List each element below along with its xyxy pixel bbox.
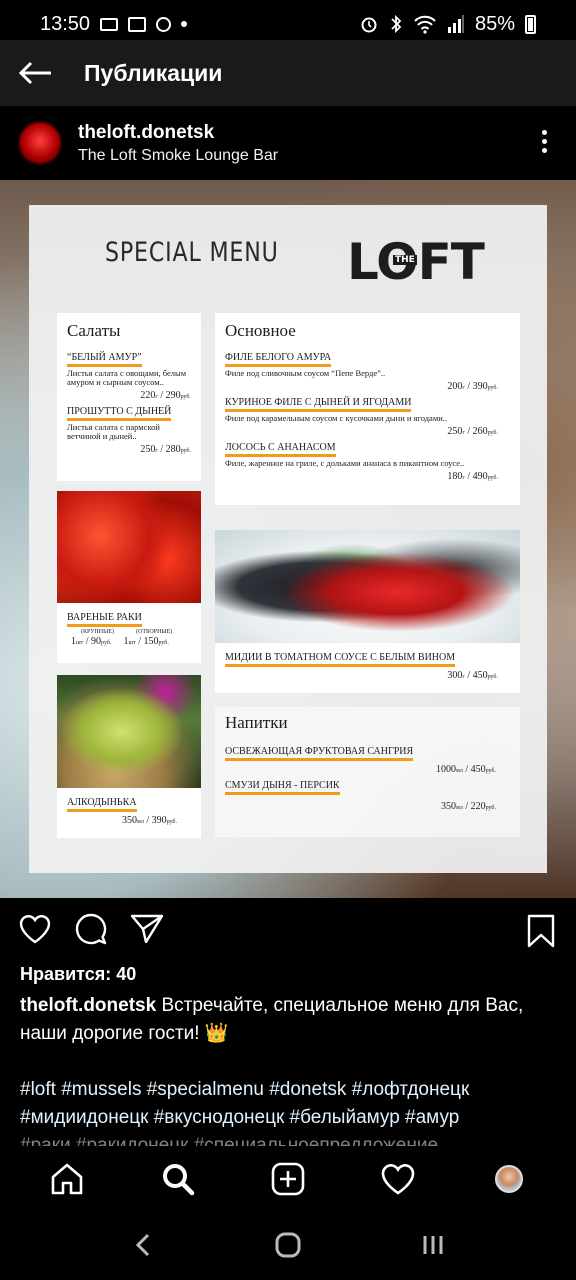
dish-desc: Листья салата с пармской ветчиной и дыне… (67, 422, 160, 441)
dish-desc: Филе под карамельным соусом с кусочками … (225, 413, 448, 423)
home-rounded-icon (275, 1232, 301, 1258)
dish-name: ОСВЕЖАЮЩАЯ ФРУКТОВАЯ САНГРИЯ (225, 746, 414, 761)
battery-percent: 85% (474, 12, 515, 35)
dish-price: 300г / 450руб. (447, 670, 498, 681)
dish-price: 350мл / 390руб. (122, 815, 177, 826)
melon-drink-photo (57, 675, 201, 788)
menu-header: SPECIAL MENU (105, 237, 279, 268)
chevron-left-icon (135, 1233, 149, 1257)
add-post-icon (271, 1162, 305, 1196)
post-username[interactable]: theloft.donetsk (78, 122, 278, 144)
post-image[interactable]: SPECIAL MENU LOFTTHE Салаты “БЕЛЫЙ АМУР”… (0, 180, 576, 898)
dish-name: СМУЗИ ДЫНЯ - ПЕРСИК (225, 780, 340, 795)
post-header: theloft.donetsk The Loft Smoke Lounge Ba… (0, 106, 576, 180)
salads-section: Салаты “БЕЛЫЙ АМУР” Листья салата с овощ… (57, 313, 201, 481)
dot-icon (181, 21, 188, 27)
dish-price: 180г / 490руб. (447, 471, 498, 482)
heart-icon (19, 914, 51, 943)
crayfish-prices: 1шт / 90руб. 1шт / 150руб. (71, 636, 169, 647)
page-title: Публикации (84, 59, 223, 86)
caption-username[interactable]: theloft.donetsk (20, 995, 156, 1016)
search-icon (162, 1164, 194, 1196)
nav-home[interactable] (37, 1154, 97, 1204)
wifi-icon (414, 15, 436, 34)
dish-price: 250г / 280руб. (140, 444, 191, 455)
bookmark-icon (527, 914, 555, 948)
arrow-left-icon (18, 61, 51, 85)
dish-name: ФИЛЕ БЕЛОГО АМУРА (225, 352, 332, 367)
battery-icon (525, 14, 536, 34)
main-title: Основное (225, 321, 296, 340)
profile-avatar (494, 1165, 523, 1193)
back-button[interactable] (0, 40, 70, 106)
dish-price: 1000мл / 450руб. (436, 764, 496, 775)
dish-name: МИДИИ В ТОМАТНОМ СОУСЕ С БЕЛЫМ ВИНОМ (225, 652, 456, 667)
dish-name: ПРОШУТТО С ДЫНЕЙ (67, 406, 172, 421)
action-row (0, 898, 576, 964)
menu-card: SPECIAL MENU LOFTTHE Салаты “БЕЛЫЙ АМУР”… (29, 205, 547, 873)
post-footer: Нравится: 40 theloft.donetsk Встречайте,… (0, 898, 576, 1146)
nav-profile[interactable] (479, 1154, 539, 1204)
share-button[interactable] (130, 913, 164, 950)
dish-name: КУРИНОЕ ФИЛЕ С ДЫНЕЙ И ЯГОДАМИ (225, 397, 412, 412)
crayfish-options: (КРУПНЫЕ) (ОТБОРНЫЕ) (81, 629, 173, 635)
drinks-title: Напитки (225, 713, 288, 732)
screen-icon (100, 17, 119, 31)
likes-count[interactable]: Нравится: 40 (20, 964, 136, 985)
loft-logo: LOFTTHE (347, 233, 485, 291)
nav-create[interactable] (258, 1154, 318, 1204)
dish-name: ВАРЕНЫЕ РАКИ (67, 612, 142, 627)
dish-name: “БЕЛЫЙ АМУР” (67, 352, 142, 367)
save-button[interactable] (526, 914, 556, 953)
heart-icon (382, 1164, 415, 1195)
recents-icon (423, 1236, 443, 1254)
logo-small: THE (393, 255, 417, 265)
main-section: Основное ФИЛЕ БЕЛОГО АМУРА Филе под слив… (215, 313, 520, 505)
system-back-button[interactable] (123, 1225, 163, 1265)
signal-icon (447, 15, 464, 33)
app-bar: Публикации (0, 40, 576, 106)
comment-button[interactable] (74, 912, 108, 951)
hashtag-line[interactable]: #loft #mussels #specialmenu #donetsk #ло… (20, 1076, 565, 1104)
alarm-icon (361, 17, 377, 33)
hashtags: #loft #mussels #specialmenu #donetsk #ло… (20, 1076, 565, 1146)
post-caption: theloft.donetsk Встречайте, специальное … (20, 992, 560, 1048)
dish-desc: Филе под сливочным соусом “Пепе Верде”.. (225, 368, 386, 378)
dish-desc: Филе, жаренное на гриле, с дольками анан… (225, 458, 465, 468)
dish-price: 200г / 390руб. (447, 381, 498, 392)
hashtag-line[interactable]: #мидиидонецк #вкуснодонецк #белыйамур #а… (20, 1104, 565, 1132)
bottom-navigation (0, 1148, 576, 1210)
dish-price: 250г / 260руб. (447, 426, 498, 437)
account-avatar[interactable] (18, 121, 62, 165)
post-location[interactable]: The Loft Smoke Lounge Bar (78, 147, 278, 165)
crayfish-photo (57, 491, 201, 603)
salads-title: Салаты (67, 321, 121, 340)
mussels-section: МИДИИ В ТОМАТНОМ СОУСЕ С БЕЛЫМ ВИНОМ 300… (215, 643, 520, 693)
dish-price: 350мл / 220руб. (441, 801, 496, 812)
send-icon (130, 914, 164, 943)
dish-desc: Листья салата с овощами, белым амуром и … (67, 368, 187, 387)
status-time: 13:50 (40, 12, 91, 35)
comment-icon (75, 913, 107, 944)
dish-name: АЛКОДЫНЬКА (67, 797, 137, 812)
crayfish-section: ВАРЕНЫЕ РАКИ (КРУПНЫЕ) (ОТБОРНЫЕ) 1шт / 9… (57, 603, 201, 663)
nav-search[interactable] (148, 1154, 208, 1204)
gallery-icon (128, 16, 147, 32)
dish-name: ЛОСОСЬ С АНАНАСОМ (225, 442, 336, 457)
system-navigation (0, 1210, 576, 1280)
nav-activity[interactable] (368, 1154, 428, 1204)
bluetooth-icon (391, 14, 402, 34)
more-options-button[interactable] (540, 130, 548, 156)
alko-section: АЛКОДЫНЬКА 350мл / 390руб. (57, 788, 201, 838)
system-recents-button[interactable] (413, 1225, 453, 1265)
like-button[interactable] (18, 913, 52, 950)
search-icon (156, 16, 172, 32)
mussels-photo (215, 530, 520, 643)
system-home-button[interactable] (268, 1225, 308, 1265)
home-icon (51, 1163, 83, 1195)
hashtag-line[interactable]: #раки #ракидонецк #специальноепредложени… (20, 1132, 565, 1146)
drinks-section: Напитки ОСВЕЖАЮЩАЯ ФРУКТОВАЯ САНГРИЯ 100… (215, 707, 520, 837)
dish-price: 220г / 290руб. (140, 390, 191, 401)
